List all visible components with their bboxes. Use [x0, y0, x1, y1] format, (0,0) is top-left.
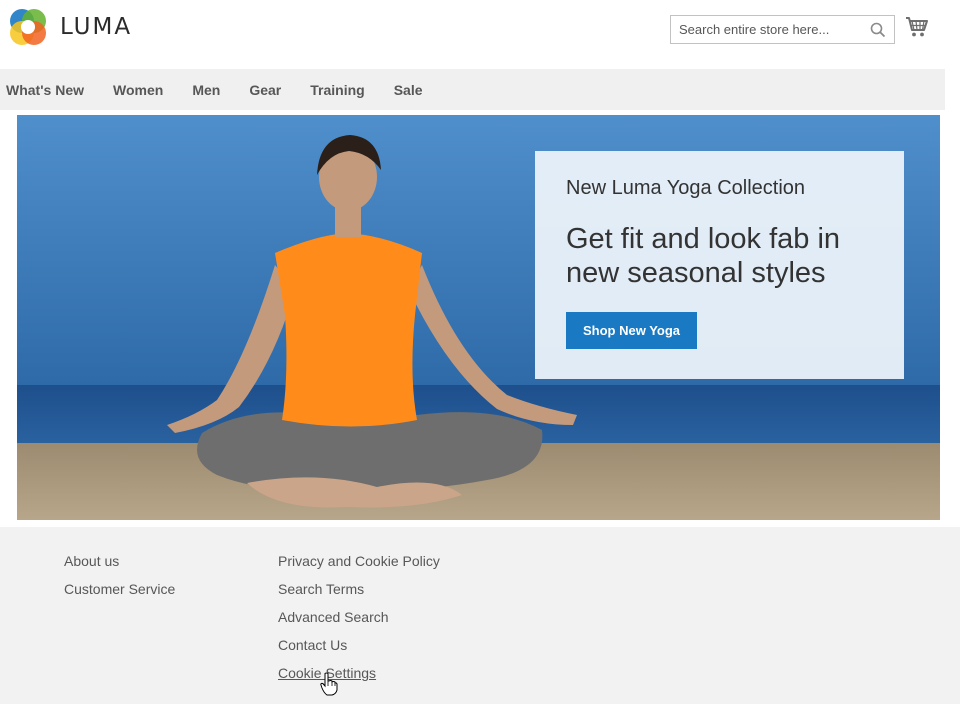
store-name: LUMA — [60, 14, 133, 40]
footer-link-customer-service[interactable]: Customer Service — [64, 575, 175, 603]
footer-link-contact-us[interactable]: Contact Us — [278, 631, 440, 659]
footer-link-search-terms[interactable]: Search Terms — [278, 575, 440, 603]
search-input[interactable] — [671, 16, 861, 43]
luma-logo-icon — [10, 9, 46, 45]
cart-icon[interactable] — [905, 16, 929, 38]
promo-title-line-1: Get fit and look fab in — [566, 223, 841, 255]
footer-link-about-us[interactable]: About us — [64, 547, 175, 575]
page-footer: About us Customer Service Privacy and Co… — [0, 527, 960, 704]
nav-item-training[interactable]: Training — [310, 82, 364, 98]
footer-link-advanced-search[interactable]: Advanced Search — [278, 603, 440, 631]
nav-item-gear[interactable]: Gear — [249, 82, 281, 98]
promo-subtitle: New Luma Yoga Collection — [566, 177, 806, 199]
search-icon[interactable] — [870, 22, 886, 38]
footer-links-column-1: About us Customer Service — [64, 547, 175, 603]
footer-link-cookie-settings[interactable]: Cookie Settings — [278, 659, 440, 687]
hero-banner[interactable]: New Luma Yoga Collection Get fit and loo… — [17, 115, 940, 520]
promo-title-line-2: new seasonal styles — [566, 257, 826, 289]
footer-link-privacy-cookie-policy[interactable]: Privacy and Cookie Policy — [278, 547, 440, 575]
hand-pointer-icon — [320, 672, 338, 696]
nav-item-women[interactable]: Women — [113, 82, 163, 98]
search-box — [670, 15, 895, 44]
nav-item-sale[interactable]: Sale — [394, 82, 423, 98]
promo-panel: New Luma Yoga Collection Get fit and loo… — [535, 151, 904, 379]
nav-item-whats-new[interactable]: What's New — [6, 82, 84, 98]
main-navigation: What's New Women Men Gear Training Sale — [0, 69, 945, 110]
page-header: LUMA — [0, 0, 960, 69]
promo-title: Get fit and look fab in new seasonal sty… — [566, 222, 873, 290]
store-logo[interactable]: LUMA — [8, 7, 132, 47]
shop-new-yoga-button[interactable]: Shop New Yoga — [566, 312, 698, 349]
nav-item-men[interactable]: Men — [192, 82, 220, 98]
footer-links-column-2: Privacy and Cookie Policy Search Terms A… — [278, 547, 440, 687]
